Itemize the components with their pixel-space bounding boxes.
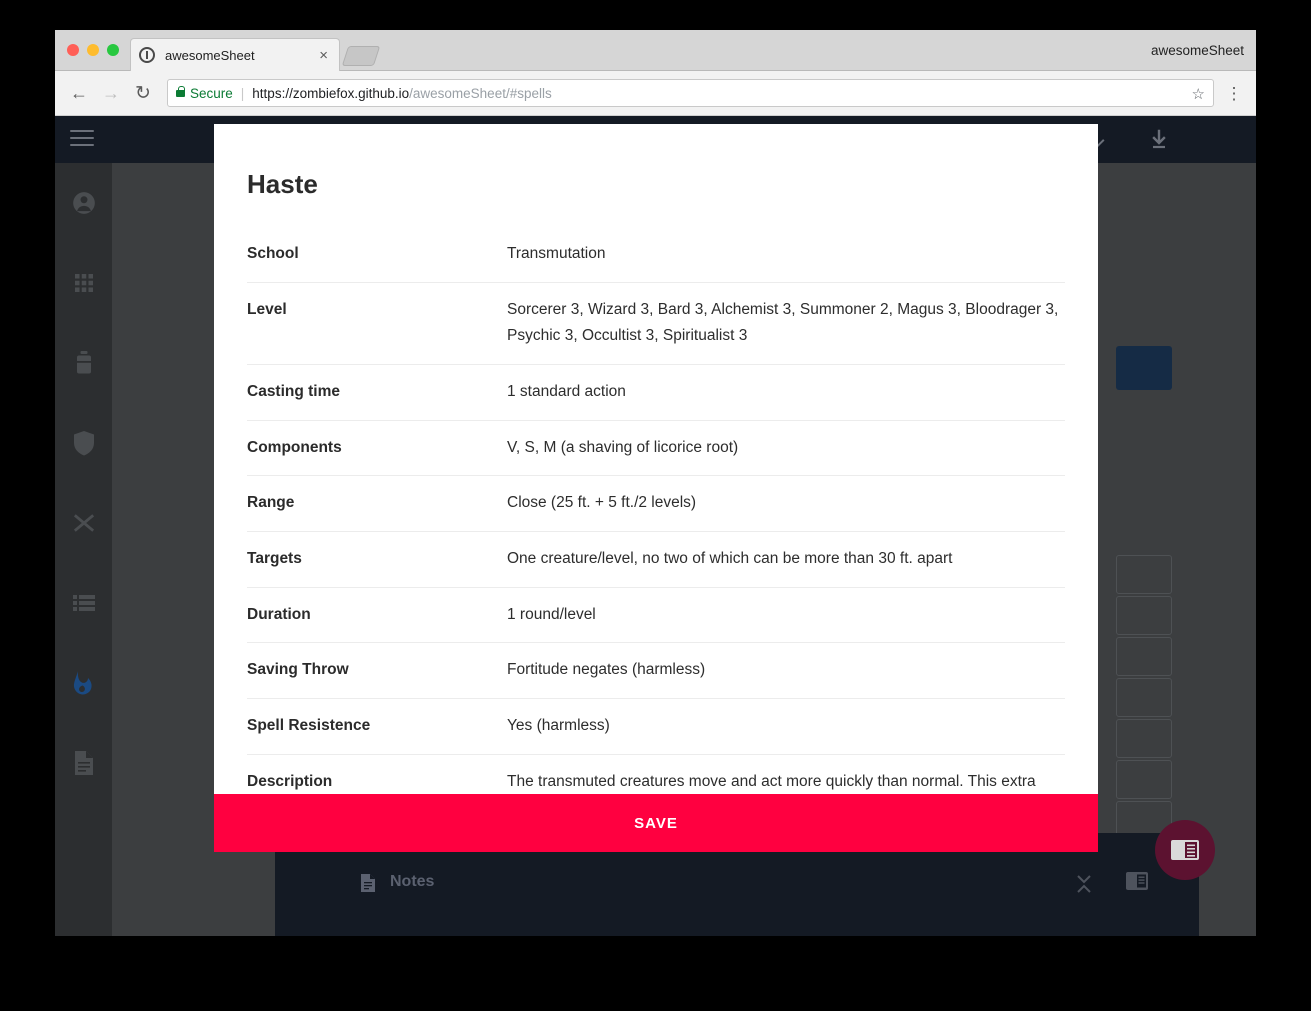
reload-button[interactable]: ↻ — [127, 77, 159, 109]
document-icon — [360, 873, 376, 893]
maximize-window-button[interactable] — [107, 44, 119, 56]
browser-tab[interactable]: awesomeSheet × — [130, 38, 340, 71]
row-value: Sorcerer 3, Wizard 3, Bard 3, Alchemist … — [507, 300, 1059, 345]
spell-detail-row: Level Sorcerer 3, Wizard 3, Bard 3, Alch… — [247, 283, 1065, 365]
close-window-button[interactable] — [67, 44, 79, 56]
spell-list-row[interactable] — [1116, 637, 1172, 676]
row-value: 1 standard action — [507, 382, 626, 400]
sidebar-item-skills[interactable] — [55, 563, 112, 643]
row-label: Duration — [247, 605, 311, 623]
book-fab-button[interactable] — [1155, 820, 1215, 880]
desc-text: The transmuted creatures move and act mo… — [507, 772, 1036, 790]
spell-detail-row: Duration 1 round/level — [247, 588, 1065, 644]
secure-label: Secure — [190, 85, 233, 101]
row-label: Components — [247, 438, 342, 456]
save-button[interactable]: SAVE — [214, 794, 1098, 852]
spell-detail-row: Casting time 1 standard action — [247, 365, 1065, 421]
url-origin: https://zombiefox.github.io — [252, 85, 410, 101]
sidebar-item-attack[interactable] — [55, 483, 112, 563]
row-value: Fortitude negates (harmless) — [507, 661, 706, 679]
omnibox-bar: ← → ↻ Secure | https://zombiefox.github.… — [55, 71, 1256, 116]
sidebar-item-spells[interactable] — [55, 643, 112, 723]
row-label: Level — [247, 300, 287, 318]
row-label: Range — [247, 494, 295, 512]
row-value: Yes (harmless) — [507, 716, 610, 734]
book-icon[interactable] — [1125, 871, 1149, 891]
minimize-window-button[interactable] — [87, 44, 99, 56]
url-path: /awesomeSheet/#spells — [409, 85, 552, 101]
browser-menu-icon[interactable]: ⋮ — [1220, 85, 1248, 102]
add-spell-button[interactable] — [1116, 346, 1172, 390]
spell-detail-row: Components V, S, M (a shaving of licoric… — [247, 421, 1065, 477]
page-title: Haste — [247, 169, 318, 199]
sidebar-item-character[interactable] — [55, 163, 112, 243]
row-label: Targets — [247, 549, 302, 567]
row-value: Transmutation — [507, 245, 606, 262]
sidebar-item-notes[interactable] — [55, 723, 112, 803]
bookmark-star-icon[interactable]: ☆ — [1192, 85, 1205, 103]
browser-tab-title: awesomeSheet — [165, 47, 255, 63]
forward-button[interactable]: → — [95, 77, 127, 109]
spell-detail-row: Targets One creature/level, no two of wh… — [247, 532, 1065, 588]
row-value: 1 round/level — [507, 605, 596, 623]
spell-detail-row: Spell Resistence Yes (harmless) — [247, 699, 1065, 755]
sidebar-item-ability-scores[interactable] — [55, 243, 112, 323]
new-tab-button[interactable] — [341, 46, 381, 66]
window-title: awesomeSheet — [1150, 43, 1244, 58]
row-value: V, S, M (a shaving of licorice root) — [507, 438, 739, 456]
sidebar-item-inventory[interactable] — [55, 323, 112, 403]
spell-detail-scroll[interactable]: Haste School Transmutation Level Sorcere… — [214, 124, 1098, 804]
url-separator: | — [240, 85, 245, 101]
row-value: One creature/level, no two of which can … — [507, 549, 953, 567]
spell-list-row[interactable] — [1116, 596, 1172, 635]
spell-detail-row: Range Close (25 ft. + 5 ft./2 levels) — [247, 476, 1065, 532]
back-button[interactable]: ← — [63, 77, 95, 109]
window-controls — [67, 44, 119, 56]
spell-list-row[interactable] — [1116, 760, 1172, 799]
spell-list-row[interactable] — [1116, 555, 1172, 594]
spell-detail-row: Saving Throw Fortitude negates (harmless… — [247, 643, 1065, 699]
download-icon[interactable] — [1147, 128, 1171, 152]
row-label: School — [247, 245, 299, 262]
address-bar[interactable]: Secure | https://zombiefox.github.io/awe… — [167, 79, 1214, 107]
notes-label: Notes — [390, 873, 435, 890]
spell-list-row[interactable] — [1116, 678, 1172, 717]
spell-detail-row: School Transmutation — [247, 227, 1065, 283]
row-label: Casting time — [247, 382, 341, 400]
compass-icon — [139, 47, 155, 63]
row-value: Close (25 ft. + 5 ft./2 levels) — [507, 494, 697, 512]
sidebar — [55, 163, 112, 936]
tab-strip: awesomeSheet × awesomeSheet — [55, 30, 1256, 71]
row-label: Spell Resistence — [247, 716, 371, 734]
sidebar-item-defense[interactable] — [55, 403, 112, 483]
row-label: Saving Throw — [247, 661, 349, 679]
app-viewport: Character Select: Izlara Drell Wizard 12 — [55, 116, 1256, 936]
lock-icon — [176, 85, 185, 97]
spell-detail-modal: Haste School Transmutation Level Sorcere… — [214, 124, 1098, 852]
browser-window: awesomeSheet × awesomeSheet ← → ↻ Secure… — [55, 30, 1256, 936]
close-icon[interactable]: × — [316, 48, 331, 63]
collapse-expand-icon[interactable] — [1073, 871, 1095, 895]
spell-list-row[interactable] — [1116, 719, 1172, 758]
